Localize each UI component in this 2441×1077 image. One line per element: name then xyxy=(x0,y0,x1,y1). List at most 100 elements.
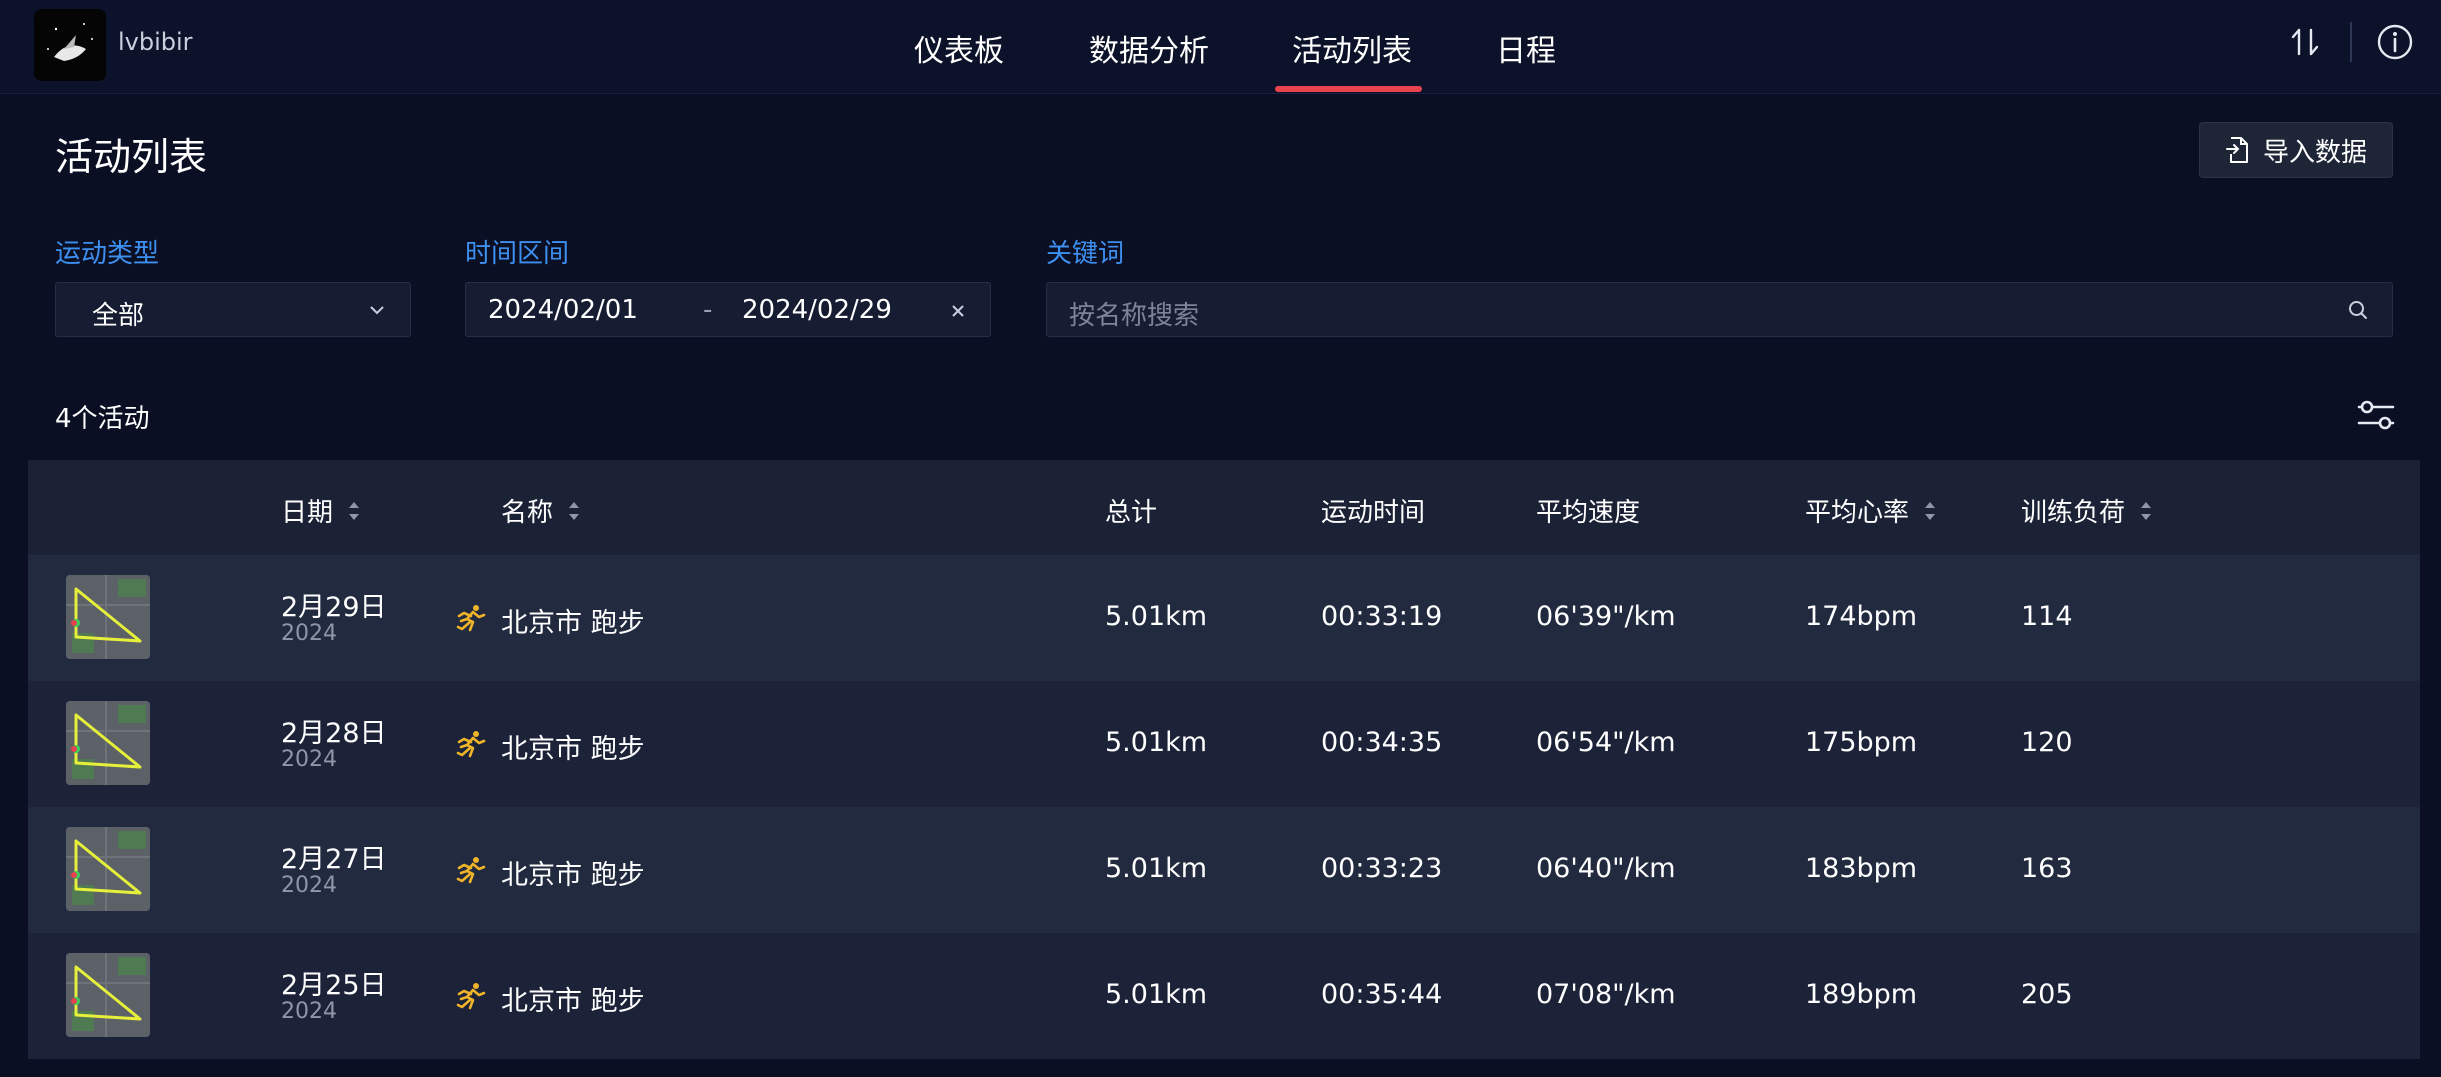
import-data-button[interactable]: 导入数据 xyxy=(2199,122,2393,178)
activity-year: 2024 xyxy=(281,747,337,772)
sort-icon[interactable] xyxy=(2139,498,2153,524)
info-icon[interactable] xyxy=(2375,22,2415,62)
import-file-icon xyxy=(2225,137,2248,163)
activity-date: 2月27日 xyxy=(281,844,387,875)
date-range-start[interactable]: 2024/02/01 xyxy=(488,295,638,325)
user-avatar[interactable] xyxy=(34,9,106,81)
nav-analytics[interactable]: 数据分析 xyxy=(1089,26,1209,70)
column-heart-rate-label: 平均心率 xyxy=(1805,498,1910,528)
column-date[interactable]: 日期 xyxy=(281,492,361,529)
activity-pace: 06'54"/km xyxy=(1536,727,1676,758)
activity-duration: 00:33:23 xyxy=(1321,853,1443,884)
keyword-placeholder: 按名称搜索 xyxy=(1069,301,1200,331)
activity-heart-rate: 174bpm xyxy=(1805,601,1918,632)
activity-year: 2024 xyxy=(281,621,337,646)
sport-type-select[interactable]: 全部 xyxy=(55,282,411,337)
activity-date: 2月25日 xyxy=(281,970,387,1001)
column-pace-label: 平均速度 xyxy=(1536,498,1641,528)
route-map-thumbnail xyxy=(66,701,150,785)
activity-training-load: 114 xyxy=(2021,601,2073,632)
activity-pace: 06'40"/km xyxy=(1536,853,1676,884)
route-map-image xyxy=(66,575,150,659)
activity-distance: 5.01km xyxy=(1105,601,1208,632)
column-name[interactable]: 名称 xyxy=(501,492,581,529)
running-icon xyxy=(456,605,486,632)
activity-name[interactable]: 北京市 跑步 xyxy=(501,979,645,1018)
date-range-end[interactable]: 2024/02/29 xyxy=(742,295,892,325)
activity-training-load: 163 xyxy=(2021,853,2073,884)
activity-date: 2月29日 xyxy=(281,592,387,623)
activity-training-load: 120 xyxy=(2021,727,2073,758)
nav-schedule[interactable]: 日程 xyxy=(1496,26,1556,70)
page-title: 活动列表 xyxy=(55,135,208,179)
activity-duration: 00:34:35 xyxy=(1321,727,1443,758)
activity-year: 2024 xyxy=(281,999,337,1024)
keyword-label: 关键词 xyxy=(1046,239,1125,269)
column-duration-label: 运动时间 xyxy=(1321,498,1426,528)
sort-icon[interactable] xyxy=(1923,498,1937,524)
running-icon xyxy=(456,857,486,884)
route-map-image xyxy=(66,953,150,1037)
activity-distance: 5.01km xyxy=(1105,979,1208,1010)
activity-training-load: 205 xyxy=(2021,979,2073,1010)
activity-heart-rate: 189bpm xyxy=(1805,979,1918,1010)
date-range-picker[interactable]: 2024/02/01 - 2024/02/29 xyxy=(465,282,991,337)
top-navigation-bar: lvbibir 仪表板 数据分析 活动列表 日程 xyxy=(0,0,2441,94)
activity-duration: 00:33:19 xyxy=(1321,601,1443,632)
table-header: 日期 名称 总计 运动时间 平均速度 平均心率 训练负荷 xyxy=(28,460,2420,555)
sort-icon[interactable] xyxy=(567,498,581,524)
activity-date: 2月28日 xyxy=(281,718,387,749)
column-date-label: 日期 xyxy=(281,498,334,528)
route-map-thumbnail xyxy=(66,575,150,659)
table-row[interactable]: 2月29日 2024 北京市 跑步 5.01km 00:33:19 06'39"… xyxy=(28,555,2420,681)
search-icon[interactable] xyxy=(2347,299,2369,321)
sport-type-value: 全部 xyxy=(92,301,145,331)
activity-table: 日期 名称 总计 运动时间 平均速度 平均心率 训练负荷 2月29日 2024 … xyxy=(28,460,2420,1059)
active-tab-indicator xyxy=(1275,86,1422,92)
column-total-label: 总计 xyxy=(1105,498,1158,528)
chevron-down-icon xyxy=(370,306,384,315)
route-map-image xyxy=(66,701,150,785)
keyword-search-input[interactable]: 按名称搜索 xyxy=(1046,282,2393,337)
column-duration: 运动时间 xyxy=(1321,492,1425,529)
sort-arrows-icon[interactable] xyxy=(2285,22,2325,62)
running-icon xyxy=(456,983,486,1010)
nav-activity-list[interactable]: 活动列表 xyxy=(1292,26,1412,70)
date-range-label: 时间区间 xyxy=(465,239,570,269)
header-divider xyxy=(2350,22,2352,62)
column-heart-rate[interactable]: 平均心率 xyxy=(1805,492,1937,529)
column-settings-icon[interactable] xyxy=(2355,394,2397,436)
route-map-thumbnail xyxy=(66,953,150,1037)
sport-type-label: 运动类型 xyxy=(55,239,160,269)
column-pace: 平均速度 xyxy=(1536,492,1640,529)
activity-heart-rate: 183bpm xyxy=(1805,853,1918,884)
table-row[interactable]: 2月28日 2024 北京市 跑步 5.01km 00:34:35 06'54"… xyxy=(28,681,2420,807)
table-row[interactable]: 2月27日 2024 北京市 跑步 5.01km 00:33:23 06'40"… xyxy=(28,807,2420,933)
avatar-image xyxy=(34,9,106,81)
activity-name[interactable]: 北京市 跑步 xyxy=(501,601,645,640)
activity-pace: 06'39"/km xyxy=(1536,601,1676,632)
username: lvbibir xyxy=(118,28,193,56)
column-name-label: 名称 xyxy=(501,498,554,528)
table-row[interactable]: 2月25日 2024 北京市 跑步 5.01km 00:35:44 07'08"… xyxy=(28,933,2420,1059)
activity-heart-rate: 175bpm xyxy=(1805,727,1918,758)
route-map-image xyxy=(66,827,150,911)
activity-duration: 00:35:44 xyxy=(1321,979,1443,1010)
column-training-load-label: 训练负荷 xyxy=(2021,498,2126,528)
activity-distance: 5.01km xyxy=(1105,853,1208,884)
column-total: 总计 xyxy=(1105,492,1157,529)
running-icon xyxy=(456,731,486,758)
date-range-separator: - xyxy=(703,295,713,325)
activity-name[interactable]: 北京市 跑步 xyxy=(501,853,645,892)
activity-distance: 5.01km xyxy=(1105,727,1208,758)
activity-pace: 07'08"/km xyxy=(1536,979,1676,1010)
activity-year: 2024 xyxy=(281,873,337,898)
import-data-label: 导入数据 xyxy=(2262,137,2367,168)
activity-name[interactable]: 北京市 跑步 xyxy=(501,727,645,766)
nav-dashboard[interactable]: 仪表板 xyxy=(914,26,1004,70)
clear-icon[interactable] xyxy=(950,303,966,319)
activity-count: 4个活动 xyxy=(55,404,150,434)
sort-icon[interactable] xyxy=(347,498,361,524)
column-training-load[interactable]: 训练负荷 xyxy=(2021,492,2153,529)
route-map-thumbnail xyxy=(66,827,150,911)
